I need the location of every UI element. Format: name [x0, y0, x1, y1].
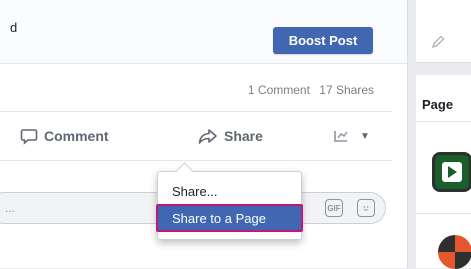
share-menu-item-share[interactable]: Share... — [158, 178, 301, 204]
post-action-bar: Comment Share ▼ — [0, 112, 392, 160]
comment-input-icons: GIF — [325, 199, 375, 217]
pages-section-title: Page — [422, 97, 454, 112]
divider — [0, 160, 392, 161]
share-menu-item-share-to-page[interactable]: Share to a Page — [156, 204, 303, 232]
pencil-icon[interactable] — [430, 34, 446, 50]
share-arrow-icon — [198, 129, 217, 144]
divider — [416, 121, 471, 122]
page-logo[interactable] — [432, 152, 471, 192]
sticker-icon[interactable] — [357, 199, 375, 217]
page-avatar-icon — [334, 131, 348, 142]
share-button[interactable]: Share — [198, 122, 263, 150]
comment-button[interactable]: Comment — [20, 122, 109, 150]
engagement-counts: 1 Comment 17 Shares — [242, 83, 374, 97]
comment-icon — [20, 129, 38, 145]
share-menu: Share... Share to a Page — [156, 171, 303, 240]
pages-card: Page — [416, 75, 471, 269]
divider — [416, 213, 471, 214]
page-logo-play-icon — [442, 162, 462, 182]
post-as-selector[interactable]: ▼ — [332, 122, 370, 150]
comment-label: Comment — [44, 128, 109, 144]
post-title-fragment: d — [10, 20, 18, 35]
shares-count-link[interactable]: 17 Shares — [319, 83, 374, 97]
post-card: d Boost Post 1 Comment 17 Shares Comment… — [0, 0, 408, 268]
comments-count-link[interactable]: 1 Comment — [248, 83, 310, 97]
post-header: d Boost Post — [0, 0, 407, 64]
right-top-card — [416, 0, 471, 63]
comment-placeholder: ... — [5, 201, 16, 215]
share-label: Share — [224, 128, 263, 144]
boost-post-button[interactable]: Boost Post — [273, 27, 373, 54]
page-logo[interactable] — [438, 235, 471, 269]
gif-icon[interactable]: GIF — [325, 199, 343, 217]
chevron-down-icon: ▼ — [360, 130, 370, 142]
right-column: Page — [408, 0, 471, 269]
